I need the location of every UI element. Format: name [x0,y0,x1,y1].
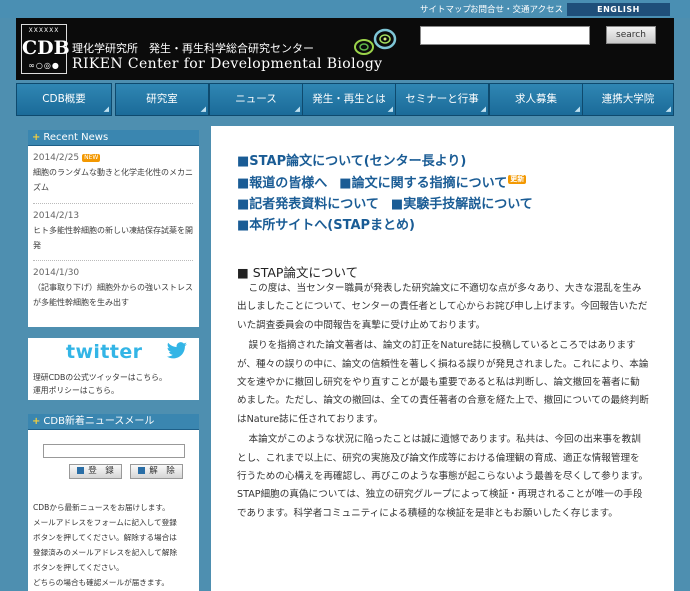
nav-label: 発生・再生とは [312,93,386,105]
link-press-release[interactable]: ■記者発表資料について [237,197,379,212]
news-item[interactable]: 2014/2/13 ヒト多能性幹細胞の新しい凍結保存試薬を開発 [33,210,193,253]
nav-item-labs[interactable]: 研究室 ◢ [115,83,209,116]
recent-news-panel: + Recent News 2014/2/25 NEW 細胞のランダムな動きと化学走… [28,130,199,327]
register-label: 登 録 [88,466,114,476]
nav-arrow-icon: ◢ [200,105,206,113]
link-main-site[interactable]: ■本所サイトへ(STAPまとめ) [237,218,415,233]
unregister-button[interactable]: 解 除 [130,464,183,479]
site-header: ⅩⅩⅩⅩⅩⅩ CDB ∞○◎● 理化学研究所 発生・再生科学総合研究センター R… [16,18,674,80]
nav-label: セミナーと行事 [405,93,479,105]
new-badge: NEW [82,154,101,162]
logo-pattern: ⅩⅩⅩⅩⅩⅩ [28,27,60,34]
embryo-emblem-icon [354,28,397,55]
paragraph: 誤りを指摘された論文著者は、論文の訂正をNature誌に投稿しているところではあ… [237,340,649,425]
nav-item-graduate[interactable]: 連携大学院 ◢ [582,83,674,116]
nav-label: ニュース [235,93,277,105]
twitter-logo[interactable]: twitter [66,341,142,363]
link-stap-director[interactable]: ■STAP論文について(センター長より) [237,154,466,169]
update-badge: 更新 [508,175,527,184]
newsletter-line: 登録済みのメールアドレスを記入して解除 [33,548,178,557]
logo-text: CDB [22,37,70,59]
link-row-2: ■報道の皆様へ ■論文に関する指摘について 更新 [237,172,527,191]
news-item[interactable]: 2014/1/30 （記事取り下げ）細胞外からの強いストレスが多能性幹細胞を生み… [33,267,193,310]
search-button[interactable]: search [606,26,656,44]
newsletter-description: CDBから最新ニュースをお届けします。 メールアドレスをフォームに記入して登録 … [33,500,199,590]
news-date: 2014/2/25 [33,153,80,163]
link-row-1: ■STAP論文について(センター長より) [237,150,466,169]
nav-arrow-icon: ◢ [480,105,486,113]
twitter-line-policy[interactable]: 運用ポリシーはこちら。 [33,384,167,397]
news-title[interactable]: ヒト多能性幹細胞の新しい凍結保存試薬を開発 [33,223,193,253]
nav-label: 連携大学院 [601,93,655,105]
email-field[interactable] [43,444,185,458]
nav-arrow-icon: ◢ [665,105,671,113]
site-title-japanese: 理化学研究所 発生・再生科学総合研究センター [72,42,314,55]
nav-arrow-icon: ◢ [294,105,300,113]
nav-item-news[interactable]: ニュース ◢ [209,83,303,116]
logo-cells: ∞○◎● [28,61,60,70]
main-nav: CDB概要 ◢ 研究室 ◢ ニュース ◢ 発生・再生とは ◢ セミナーと行事 ◢ 求人募集… [16,83,674,117]
newsletter-panel: + CDB新着ニュースメール 登 録 解 除 CDBから最新ニュースをお届けします… [28,414,199,591]
utility-bar: サイトマップ お問合せ・交通アクセス ENGLISH [0,0,690,18]
nav-label: 求人募集 [515,93,557,105]
link-protocol[interactable]: ■実験手技解説について [391,197,533,212]
link-row-3: ■記者発表資料について ■実験手技解説について [237,193,533,212]
twitter-line-official[interactable]: 理研CDBの公式ツイッターはこちら。 [33,371,167,384]
news-date: 2014/1/30 [33,268,80,278]
twitter-panel: twitter 理研CDBの公式ツイッターはこちら。 運用ポリシーはこちら。 [28,338,199,400]
register-icon [77,467,85,474]
link-press[interactable]: ■報道の皆様へ [237,176,327,191]
nav-arrow-icon: ◢ [103,105,109,113]
paragraph: この度は、当センター職員が発表した研究論文に不適切な点が多々あり、大きな混乱を生… [237,283,648,331]
newsletter-header: + CDB新着ニュースメール [28,414,199,430]
link-paper-issues[interactable]: ■論文に関する指摘について [339,176,507,191]
nav-arrow-icon: ◢ [387,105,393,113]
nav-item-seminars[interactable]: セミナーと行事 ◢ [395,83,489,116]
twitter-description: 理研CDBの公式ツイッターはこちら。 運用ポリシーはこちら。 [33,371,167,397]
newsletter-line: メールアドレスをフォームに記入して登録 [33,518,177,527]
sitemap-link[interactable]: サイトマップ [420,3,471,15]
section-title: ■ STAP論文について [237,265,359,280]
newsletter-line: ボタンを押してください。 [33,563,124,572]
search-input[interactable] [420,26,590,45]
divider [33,260,193,261]
nav-label: CDB概要 [42,93,86,105]
plus-icon: + [32,416,41,427]
newsletter-line: CDBから最新ニュースをお届けします。 [33,503,170,512]
unregister-icon [138,467,146,474]
nav-item-jobs[interactable]: 求人募集 ◢ [489,83,583,116]
newsletter-line: どちらの場合も確認メールが届きます。 [33,578,169,587]
recent-news-title: Recent News [43,132,109,143]
news-date: 2014/2/13 [33,211,80,221]
main-content: ■STAP論文について(センター長より) ■報道の皆様へ ■論文に関する指摘につい… [211,126,674,591]
newsletter-line: ボタンを押してください。解除する場合は [33,533,177,542]
news-title[interactable]: （記事取り下げ）細胞外からの強いストレスが多能性幹細胞を生み出す [33,280,193,310]
twitter-bird-icon[interactable] [166,342,188,360]
contact-access-link[interactable]: お問合せ・交通アクセス [470,3,563,15]
site-title-english: RIKEN Center for Developmental Biology [72,56,383,72]
nav-arrow-icon: ◢ [574,105,580,113]
nav-label: 研究室 [146,93,178,105]
paragraph: 本論文がこのような状況に陥ったことは誠に遺憾であります。私共は、今回の出来事を教… [237,434,649,519]
register-button[interactable]: 登 録 [69,464,122,479]
newsletter-title: CDB新着ニュースメール [43,416,155,427]
link-row-4: ■本所サイトへ(STAPまとめ) [237,214,415,233]
english-link[interactable]: ENGLISH [567,3,670,16]
unregister-label: 解 除 [149,466,175,476]
cdb-logo[interactable]: ⅩⅩⅩⅩⅩⅩ CDB ∞○◎● [21,24,70,74]
news-item[interactable]: 2014/2/25 NEW 細胞のランダムな動きと化学走化性のメカニズム [33,152,193,195]
nav-item-development[interactable]: 発生・再生とは ◢ [302,83,396,116]
statement-body: この度は、当センター職員が発表した研究論文に不適切な点が多々あり、大きな混乱を生… [237,280,649,525]
nav-item-about[interactable]: CDB概要 ◢ [16,83,112,116]
plus-icon: + [32,132,41,143]
divider [33,203,193,204]
recent-news-header: + Recent News [28,130,199,146]
news-title[interactable]: 細胞のランダムな動きと化学走化性のメカニズム [33,165,193,195]
